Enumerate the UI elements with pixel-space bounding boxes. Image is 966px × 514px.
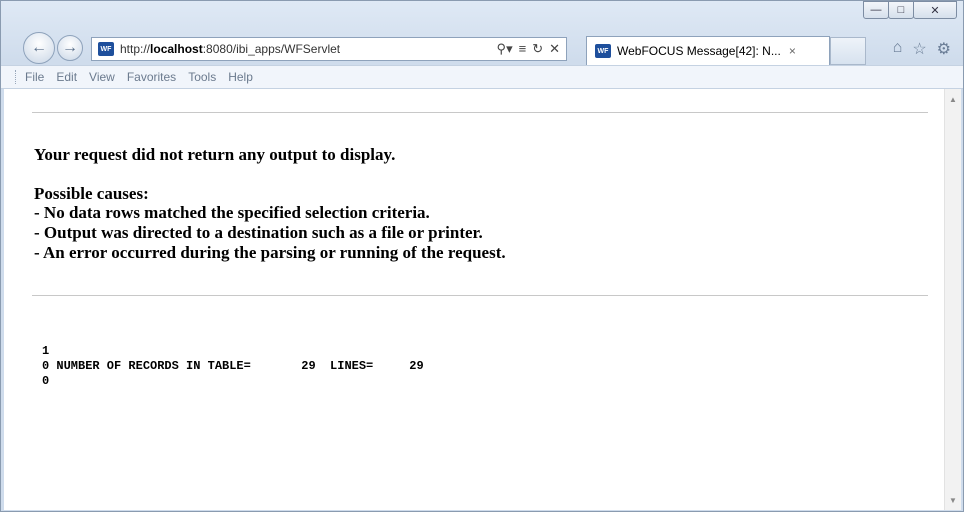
maximize-button[interactable]: □ [888,1,914,19]
menu-bar: File Edit View Favorites Tools Help [1,65,963,89]
menu-view[interactable]: View [89,70,115,84]
bottom-divider [32,295,928,296]
tab-favicon-icon: WF [595,44,611,58]
tab-webfocus-message[interactable]: WF WebFOCUS Message[42]: N... × [586,36,830,65]
browser-tool-icons: ⌂ ☆ ⚙ [893,39,951,59]
stop-icon[interactable]: ✕ [549,41,560,57]
back-arrow-icon[interactable]: ← [23,32,55,64]
menu-help[interactable]: Help [228,70,253,84]
search-icon[interactable]: ⚲▾ [497,41,513,57]
site-favicon-icon: WF [98,42,114,56]
browser-window: — □ ✕ ← → WF http://localhost:8080/ibi_a… [0,0,964,512]
url-host: localhost [150,42,203,56]
close-button[interactable]: ✕ [913,1,957,19]
menu-favorites[interactable]: Favorites [127,70,176,84]
cause-item: - No data rows matched the specified sel… [34,203,430,222]
address-bar[interactable]: WF http://localhost:8080/ibi_apps/WFServ… [91,37,567,61]
url-path: :8080/ibi_apps/WFServlet [202,42,341,56]
compat-view-icon[interactable]: ≡ [519,41,527,57]
causes-title: Possible causes: [34,184,149,203]
cause-item: - An error occurred during the parsing o… [34,243,506,262]
vertical-scrollbar[interactable]: ▲ ▼ [944,89,961,510]
navigation-row: ← → WF http://localhost:8080/ibi_apps/WF… [1,31,963,65]
scroll-up-icon[interactable]: ▲ [945,91,961,107]
refresh-icon[interactable]: ↻ [532,41,543,57]
report-line: 0 NUMBER OF RECORDS IN TABLE= 29 LINES= … [42,359,424,373]
menu-file[interactable]: File [25,70,44,84]
cause-item: - Output was directed to a destination s… [34,223,483,242]
url-prefix: http:// [120,42,151,56]
menu-grip [15,70,19,84]
scroll-down-icon[interactable]: ▼ [945,492,961,508]
page-content: Your request did not return any output t… [4,89,944,510]
message-headline: Your request did not return any output t… [34,145,396,164]
star-icon[interactable]: ☆ [912,39,926,59]
report-line: 1 [42,344,50,358]
forward-arrow-icon[interactable]: → [57,35,83,61]
address-tools: ⚲▾ ≡ ↻ ✕ [497,41,560,57]
minimize-button[interactable]: — [863,1,889,19]
url-text: http://localhost:8080/ibi_apps/WFServlet [120,42,340,56]
tab-close-icon[interactable]: × [789,44,796,58]
home-icon[interactable]: ⌂ [893,39,903,59]
gear-icon[interactable]: ⚙ [937,39,951,59]
window-caption-buttons: — □ ✕ [863,1,957,19]
tab-title: WebFOCUS Message[42]: N... [617,44,781,58]
top-divider [32,112,928,113]
new-tab-button[interactable] [830,37,866,65]
menu-edit[interactable]: Edit [56,70,77,84]
report-line: 0 [42,374,50,388]
menu-tools[interactable]: Tools [188,70,216,84]
